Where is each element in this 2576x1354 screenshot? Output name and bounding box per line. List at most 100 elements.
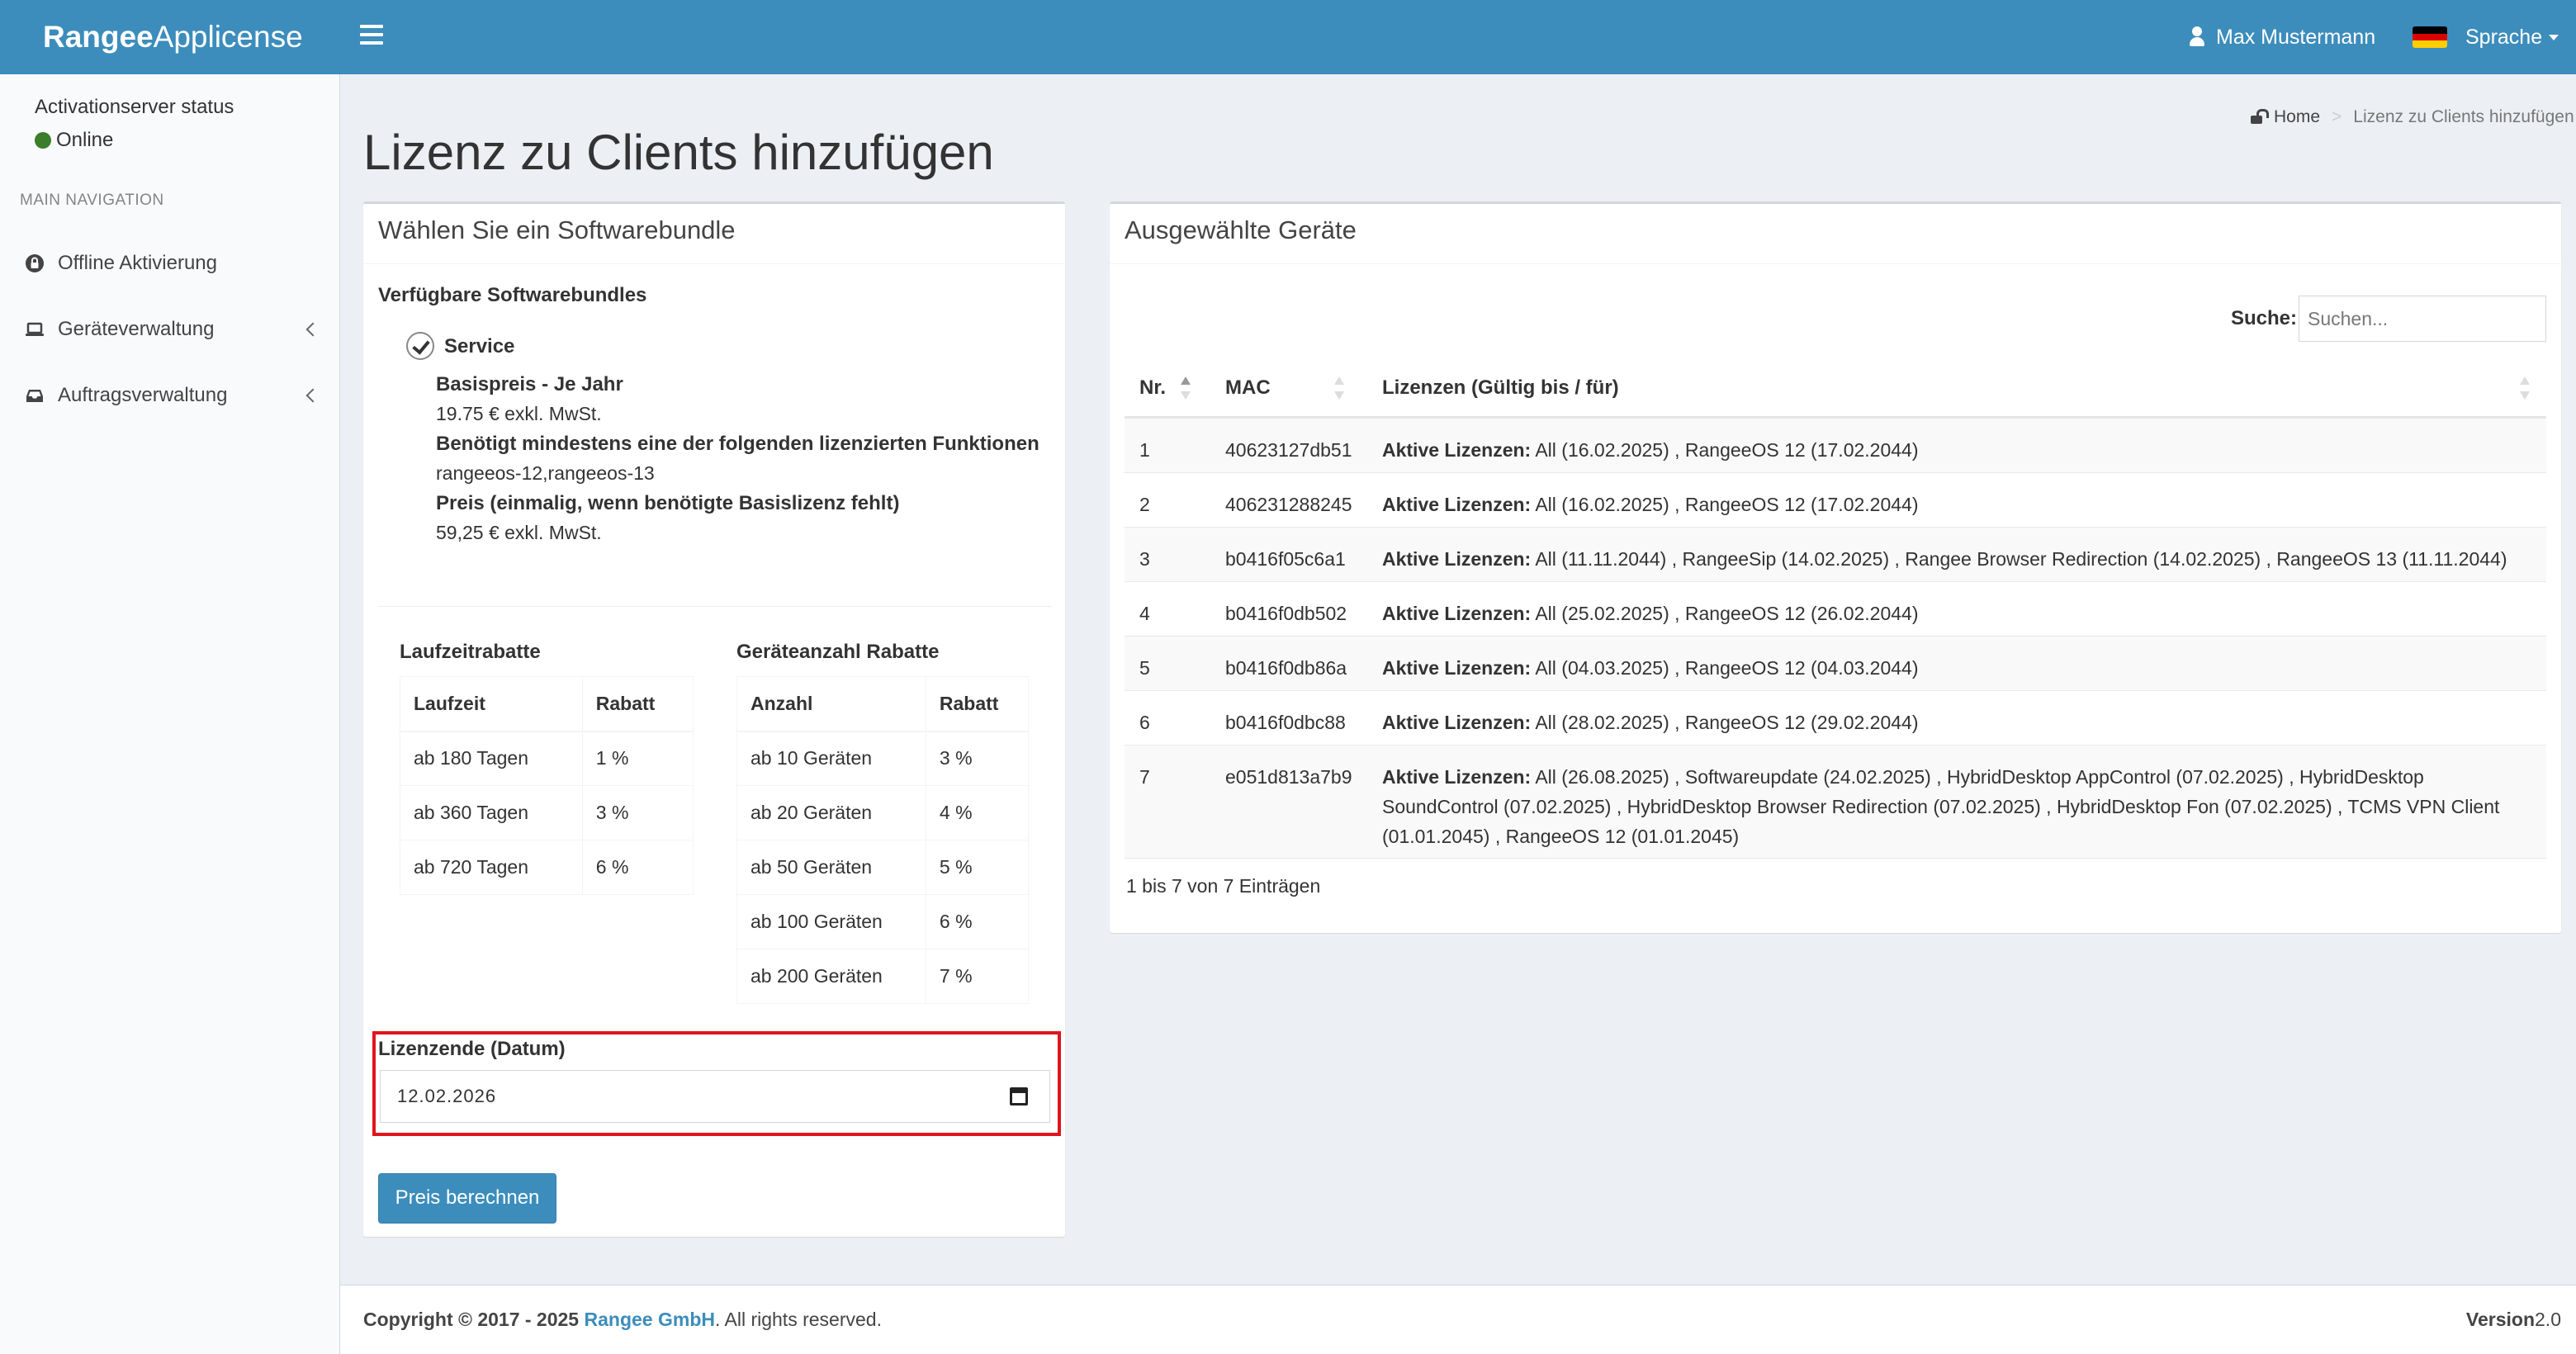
license-end-label: Lizenzende (Datum)	[378, 1038, 566, 1060]
sort-icon[interactable]	[1334, 376, 1344, 400]
row-licenses: Aktive Lizenzen: All (16.02.2025) , Rang…	[1382, 490, 2522, 519]
row-licenses: Aktive Lizenzen: All (16.02.2025) , Rang…	[1382, 435, 2522, 465]
breadcrumb: Home > Lizenz zu Clients hinzufügen	[2251, 107, 2574, 127]
table-cell: 6 %	[925, 894, 1030, 949]
row-licenses: Aktive Lizenzen: All (28.02.2025) , Rang…	[1382, 708, 2522, 737]
calendar-icon[interactable]	[1010, 1087, 1028, 1105]
column-header: Rabatt	[925, 676, 1030, 732]
table-cell: 3 %	[925, 731, 1030, 786]
table-cell: ab 50 Geräten	[736, 840, 926, 895]
license-list: All (26.08.2025) , Softwareupdate (24.02…	[1382, 766, 2500, 847]
row-nr: 1	[1139, 439, 1150, 461]
table-row: ab 200 Geräten 7 %	[736, 949, 1030, 1004]
user-menu[interactable]: Max Mustermann	[2190, 0, 2375, 74]
nav-header: MAIN NAVIGATION	[20, 192, 164, 209]
license-list: All (16.02.2025) , RangeeOS 12 (17.02.20…	[1535, 439, 1919, 461]
sort-asc-icon[interactable]	[1181, 376, 1191, 400]
column-header-nr[interactable]: Nr.	[1139, 358, 1166, 418]
table-cell: ab 200 Geräten	[736, 949, 926, 1004]
table-cell: ab 720 Tagen	[400, 840, 583, 895]
table-header-row: Laufzeit Rabatt	[400, 676, 694, 732]
table-row[interactable]: 3 b0416f05c6a1 Aktive Lizenzen: All (11.…	[1125, 527, 2546, 581]
table-cell: 7 %	[925, 949, 1030, 1004]
requires-value: rangeeos-12,rangeeos-13	[436, 462, 655, 484]
license-end-date-input[interactable]: 12.02.2026	[380, 1070, 1050, 1123]
row-nr: 5	[1139, 657, 1150, 679]
sidebar-item-auftragsverwaltung[interactable]: Auftragsverwaltung	[0, 367, 340, 424]
version-label: Version	[2465, 1309, 2536, 1330]
table-row: ab 180 Tagen 1 %	[400, 731, 694, 786]
column-header: Anzahl	[736, 676, 926, 732]
divider	[378, 606, 1052, 607]
sidebar-item-offline-aktivierung[interactable]: Offline Aktivierung	[0, 234, 340, 292]
column-header-licenses[interactable]: Lizenzen (Gültig bis / für)	[1382, 358, 1619, 418]
duration-discount-table: Laufzeit Rabatt ab 180 Tagen 1 % ab 360 Ta…	[400, 676, 694, 895]
base-price-value: 19.75 € exkl. MwSt.	[436, 403, 602, 424]
table-info: 1 bis 7 von 7 Einträgen	[1126, 875, 1321, 897]
table-row: ab 360 Tagen 3 %	[400, 785, 694, 840]
laptop-icon	[26, 322, 44, 336]
sidebar-item-label: Auftragsverwaltung	[58, 384, 228, 406]
license-prefix: Aktive Lizenzen:	[1382, 548, 1532, 570]
version: Version2.0	[2466, 1309, 2561, 1331]
copyright-text: Copyright © 2017 - 2025	[363, 1309, 580, 1330]
table-cell: 6 %	[581, 840, 694, 895]
license-prefix: Aktive Lizenzen:	[1382, 712, 1532, 733]
calculate-price-button[interactable]: Preis berechnen	[378, 1173, 556, 1224]
status-dot-icon	[35, 132, 51, 149]
table-row[interactable]: 1 40623127db51 Aktive Lizenzen: All (16.…	[1125, 418, 2546, 472]
table-row: ab 100 Geräten 6 %	[736, 894, 1030, 949]
bundle-box-title: Wählen Sie ein Softwarebundle	[378, 215, 736, 244]
license-prefix: Aktive Lizenzen:	[1382, 603, 1532, 624]
caret-down-icon	[2549, 35, 2559, 40]
requires-label: Benötigt mindestens eine der folgenden l…	[436, 433, 1039, 455]
search-label: Suche:	[2231, 307, 2298, 329]
copyright: Copyright © 2017 - 2025 Rangee GmbH. All…	[363, 1309, 882, 1331]
app-logo[interactable]: RangeeApplicense	[43, 0, 303, 74]
table-cell: 1 %	[581, 731, 694, 786]
row-nr: 3	[1139, 548, 1150, 570]
footer: Copyright © 2017 - 2025 Rangee GmbH. All…	[340, 1285, 2576, 1354]
activation-status-title: Activationserver status	[35, 96, 234, 118]
sort-icon[interactable]	[2520, 376, 2530, 400]
status-value: Online	[56, 129, 114, 151]
table-row[interactable]: 4 b0416f0db502 Aktive Lizenzen: All (25.…	[1125, 581, 2546, 636]
row-licenses: Aktive Lizenzen: All (11.11.2044) , Rang…	[1382, 544, 2522, 574]
sidebar-toggle-icon[interactable]	[360, 25, 383, 50]
company-link[interactable]: Rangee GmbH	[585, 1309, 715, 1330]
rights-text: . All rights reserved.	[714, 1309, 882, 1330]
row-mac: b0416f0dbc88	[1225, 712, 1346, 733]
column-header-mac[interactable]: MAC	[1225, 358, 1271, 418]
user-name: Max Mustermann	[2216, 26, 2376, 49]
device-discount-title: Geräteanzahl Rabatte	[736, 641, 940, 663]
devices-table-header: Nr. MAC Lizenzen (Gültig bis / für)	[1125, 358, 2546, 418]
chevron-left-icon	[305, 322, 320, 337]
activation-status: Online	[35, 129, 113, 152]
row-mac: e051d813a7b9	[1225, 766, 1352, 788]
sidebar-item-label: Offline Aktivierung	[58, 252, 217, 274]
table-row[interactable]: 5 b0416f0db86a Aktive Lizenzen: All (04.…	[1125, 636, 2546, 690]
table-row[interactable]: 2 406231288245 Aktive Lizenzen: All (16.…	[1125, 472, 2546, 527]
table-row[interactable]: 6 b0416f0dbc88 Aktive Lizenzen: All (28.…	[1125, 690, 2546, 745]
license-list: All (04.03.2025) , RangeeOS 12 (04.03.20…	[1535, 657, 1919, 679]
table-cell: 4 %	[925, 785, 1030, 840]
table-row[interactable]: 7 e051d813a7b9 Aktive Lizenzen: All (26.…	[1125, 745, 2546, 859]
row-mac: b0416f05c6a1	[1225, 548, 1346, 570]
license-list: All (28.02.2025) , RangeeOS 12 (29.02.20…	[1535, 712, 1919, 733]
license-list: All (11.11.2044) , RangeeSip (14.02.2025…	[1535, 548, 2507, 570]
lock-icon	[26, 254, 44, 272]
breadcrumb-home-link[interactable]: Home	[2274, 107, 2320, 126]
devices-box-title: Ausgewählte Geräte	[1125, 215, 1357, 244]
bundle-name: Service	[444, 335, 515, 357]
search-input[interactable]	[2299, 296, 2546, 342]
language-menu[interactable]: Sprache	[2413, 0, 2559, 74]
bundle-checkbox-icon[interactable]	[406, 332, 434, 360]
table-row: ab 20 Geräten 4 %	[736, 785, 1030, 840]
user-icon	[2190, 26, 2204, 46]
row-mac: 406231288245	[1225, 494, 1352, 515]
column-header: Laufzeit	[400, 676, 583, 732]
sidebar-item-geraeteverwaltung[interactable]: Geräteverwaltung	[0, 301, 340, 358]
row-nr: 2	[1139, 494, 1150, 515]
inbox-icon	[26, 390, 43, 402]
german-flag-icon	[2413, 26, 2447, 48]
